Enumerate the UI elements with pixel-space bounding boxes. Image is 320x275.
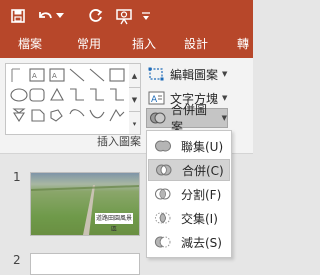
slide-number: 2: [13, 253, 21, 267]
present-from-start-icon[interactable]: [112, 4, 136, 28]
edit-shape-button[interactable]: 編輯圖案 ▼: [148, 64, 227, 84]
slide-number: 1: [13, 170, 21, 184]
text-box-icon: A: [148, 90, 166, 106]
slide-thumbnail[interactable]: 道路田園風景區: [30, 172, 140, 236]
chevron-down-icon: ▼: [221, 114, 227, 122]
edit-shape-label: 編輯圖案: [170, 67, 219, 82]
subtract-icon: [153, 232, 173, 252]
menu-item-combine[interactable]: 合併(C): [148, 159, 230, 181]
merge-shapes-icon: [149, 110, 167, 126]
tab-home[interactable]: 常用: [77, 37, 101, 52]
combine-icon: [154, 160, 174, 180]
menu-item-label: 減去(S): [181, 235, 222, 250]
gallery-scrollbar[interactable]: ▲ ▼ ▾: [129, 63, 141, 135]
menu-item-label: 合併(C): [182, 163, 224, 178]
redo-icon[interactable]: [84, 4, 108, 28]
chevron-down-icon: ▼: [222, 70, 228, 78]
menu-item-union[interactable]: 聯集(U): [148, 135, 230, 157]
save-icon[interactable]: [6, 4, 30, 28]
menu-item-intersect[interactable]: 交集(I): [148, 207, 230, 229]
merge-shapes-button[interactable]: 合併圖案 ▼: [146, 103, 228, 134]
merge-shapes-menu: 聯集(U) 合併(C) 分割(F) 交集(I) 減去(S): [146, 130, 232, 258]
gallery-more-icon[interactable]: ▾: [129, 112, 140, 135]
menu-item-label: 交集(I): [181, 211, 218, 226]
title-bar: [0, 0, 253, 31]
edit-shape-icon: [148, 66, 166, 82]
tab-transitions[interactable]: 轉: [237, 37, 249, 52]
fragment-icon: [153, 184, 173, 204]
gallery-scroll-up-icon[interactable]: ▲: [129, 64, 140, 88]
chevron-down-icon: ▼: [222, 94, 228, 102]
tab-insert[interactable]: 插入: [132, 37, 156, 52]
svg-text:A: A: [32, 72, 37, 80]
insert-shapes-group-label: 插入圖案: [97, 135, 141, 148]
slide-thumbnails-pane[interactable]: 1 道路田園風景區 2: [0, 154, 146, 269]
gallery-scroll-down-icon[interactable]: ▼: [129, 88, 140, 112]
tab-design[interactable]: 設計: [184, 37, 208, 52]
slide-thumbnail[interactable]: [30, 253, 140, 275]
undo-dropdown-icon[interactable]: [54, 4, 66, 28]
ribbon-tabs: 檔案 常用 插入 設計 轉: [0, 31, 253, 58]
union-icon: [153, 136, 173, 156]
menu-item-subtract[interactable]: 減去(S): [148, 231, 230, 253]
intersect-icon: [153, 208, 173, 228]
tab-file[interactable]: 檔案: [18, 37, 42, 52]
menu-item-label: 聯集(U): [181, 139, 224, 154]
menu-item-fragment[interactable]: 分割(F): [148, 183, 230, 205]
svg-text:A: A: [52, 72, 57, 80]
menu-item-label: 分割(F): [181, 187, 222, 202]
slide-title-box: 道路田園風景區: [95, 213, 133, 233]
customize-qat-icon[interactable]: [139, 4, 153, 28]
svg-text:A: A: [151, 95, 158, 105]
shapes-gallery[interactable]: A A: [5, 63, 138, 135]
